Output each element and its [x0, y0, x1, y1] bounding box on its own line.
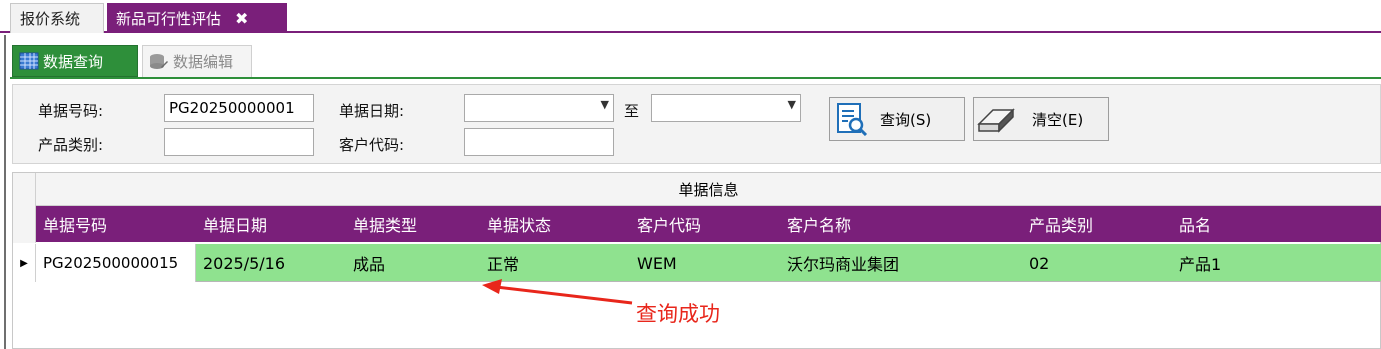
column-header-customer-name[interactable]: 客户名称	[780, 206, 1022, 242]
tab-underline	[10, 77, 1381, 79]
cell-product-name[interactable]: 产品1	[1172, 244, 1381, 282]
grid-band-header: 单据信息	[36, 173, 1381, 206]
search-button[interactable]: 查询(S)	[829, 97, 965, 141]
grid-corner	[13, 173, 36, 243]
column-header-doc-date[interactable]: 单据日期	[196, 206, 346, 242]
cell-customer-code[interactable]: WEM	[630, 244, 780, 282]
cell-doc-date[interactable]: 2025/5/16	[196, 244, 346, 282]
eraser-icon	[974, 98, 1018, 140]
dropdown-arrow-icon[interactable]: ▼	[601, 98, 609, 111]
row-indicator-icon[interactable]: ▶	[13, 244, 36, 282]
customer-code-input[interactable]	[464, 128, 614, 156]
tab-data-edit[interactable]: 数据编辑	[142, 45, 252, 77]
tab-data-query[interactable]: 数据查询	[12, 45, 138, 77]
cell-product-category[interactable]: 02	[1022, 244, 1172, 282]
product-category-input[interactable]	[164, 128, 314, 156]
doc-no-input[interactable]: PG20250000001	[164, 94, 314, 122]
tab-label: 报价系统	[20, 10, 81, 28]
tab-label: 数据编辑	[173, 53, 234, 71]
tab-new-product-feasibility[interactable]: 新品可行性评估 ✖	[107, 3, 287, 33]
tab-quote-system[interactable]: 报价系统	[10, 3, 104, 33]
column-header-product-category[interactable]: 产品类别	[1022, 206, 1172, 242]
column-header-doc-status[interactable]: 单据状态	[480, 206, 630, 242]
column-header-customer-code[interactable]: 客户代码	[630, 206, 780, 242]
annotation-text: 查询成功	[636, 302, 720, 326]
clear-button-label: 清空(E)	[1032, 110, 1084, 129]
doc-date-label: 单据日期:	[339, 102, 405, 120]
grid-icon	[19, 52, 39, 70]
search-button-label: 查询(S)	[880, 110, 932, 129]
date-to-label: 至	[624, 102, 640, 120]
annotation-arrow	[482, 279, 633, 305]
cell-doc-type[interactable]: 成品	[346, 244, 480, 282]
customer-code-label: 客户代码:	[339, 136, 405, 154]
clear-button[interactable]: 清空(E)	[973, 97, 1109, 141]
product-category-label: 产品类别:	[38, 136, 104, 154]
close-icon[interactable]: ✖	[235, 9, 248, 28]
date-from-select[interactable]: ▼	[464, 94, 614, 122]
tab-label: 新品可行性评估	[116, 9, 222, 28]
column-header-product-name[interactable]: 品名	[1172, 206, 1381, 242]
column-header-doc-no[interactable]: 单据号码	[36, 206, 196, 242]
database-edit-icon	[150, 53, 168, 69]
cell-doc-no[interactable]: PG202500000015	[36, 244, 196, 282]
dropdown-arrow-icon[interactable]: ▼	[788, 98, 796, 111]
doc-no-label: 单据号码:	[38, 102, 104, 120]
tab-label: 数据查询	[43, 52, 104, 71]
search-document-icon	[830, 98, 874, 140]
cell-customer-name[interactable]: 沃尔玛商业集团	[780, 244, 1022, 282]
grid-band-title: 单据信息	[678, 180, 739, 199]
column-header-doc-type[interactable]: 单据类型	[346, 206, 480, 242]
date-to-select[interactable]: ▼	[651, 94, 801, 122]
